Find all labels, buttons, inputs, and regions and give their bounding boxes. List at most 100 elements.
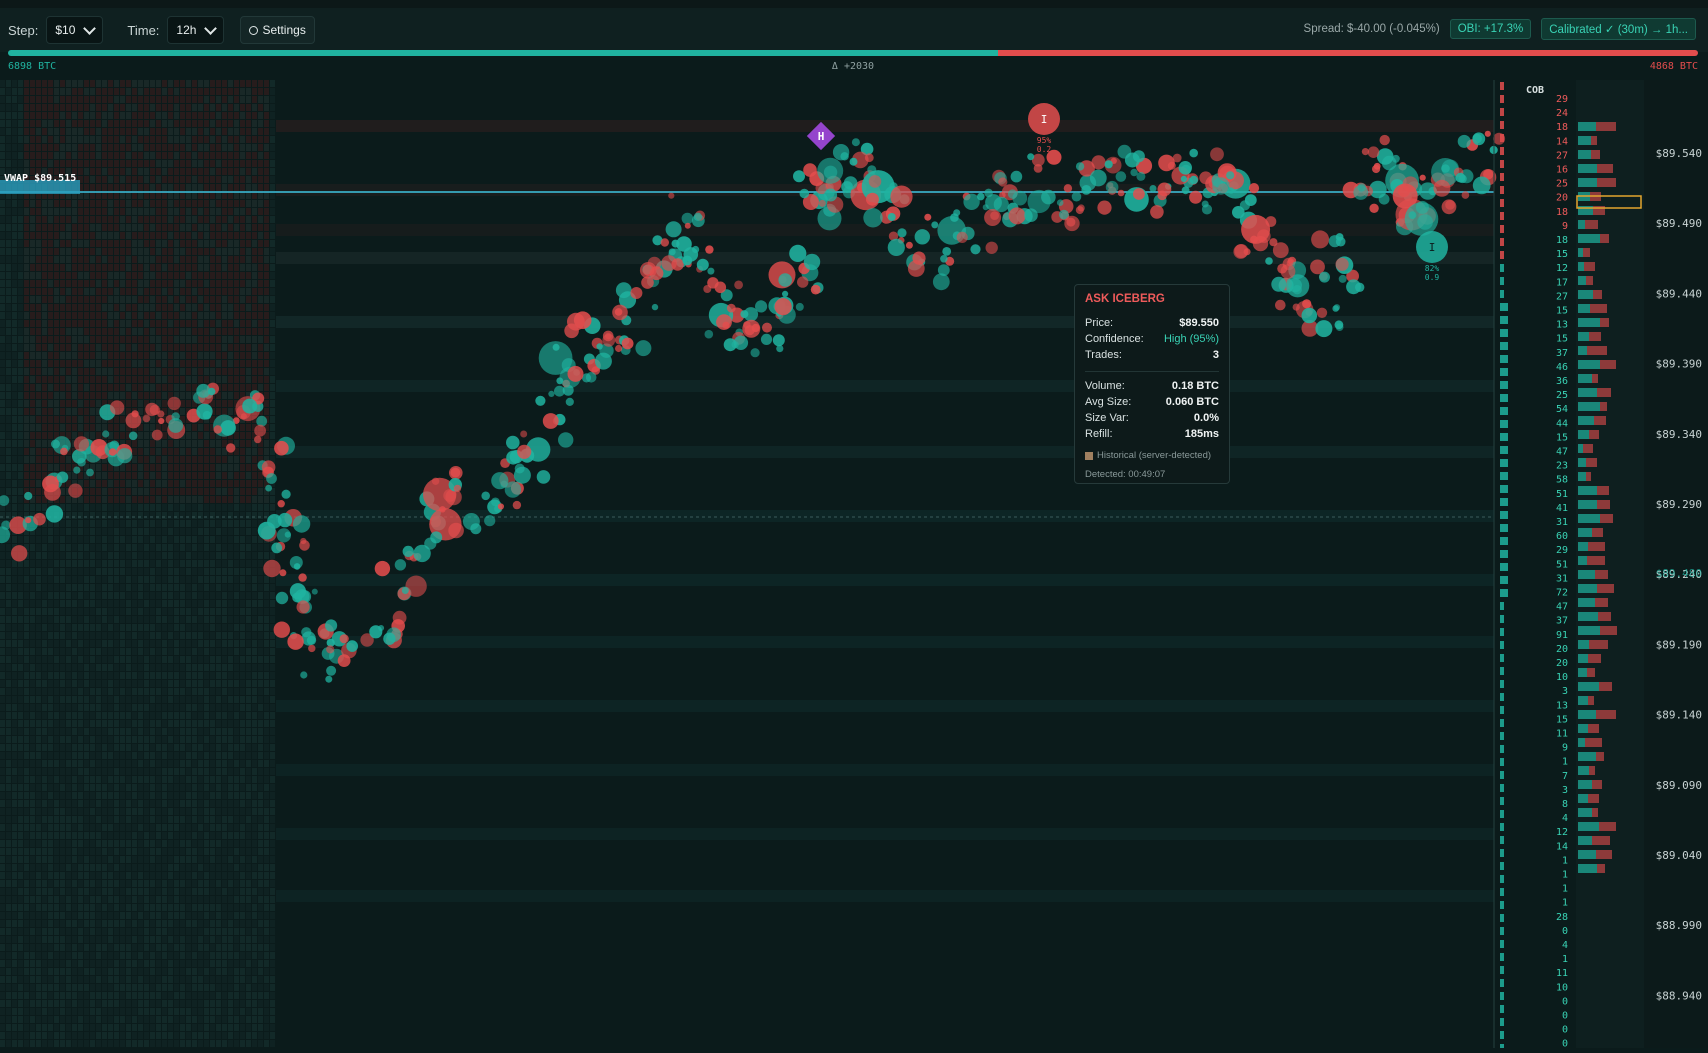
heat-cell: [54, 584, 59, 591]
heat-cell: [204, 664, 209, 671]
heat-cell: [150, 664, 155, 671]
heat-cell: [12, 456, 17, 463]
heat-cell: [108, 632, 113, 639]
heat-cell: [192, 608, 197, 615]
heat-cell: [108, 264, 113, 271]
heat-cell: [24, 656, 29, 663]
heat-cell: [138, 656, 143, 663]
heat-cell: [0, 448, 5, 455]
heatmap-chart[interactable]: VWAP $89.515 H I 95% 0.2 I 82% 0.9 COB V…: [0, 80, 1708, 1052]
heat-cell: [90, 536, 95, 543]
heat-cell: [144, 672, 149, 679]
heat-cell: [102, 920, 107, 927]
heat-cell: [96, 1024, 101, 1031]
heat-cell: [6, 872, 11, 879]
heat-cell: [6, 976, 11, 983]
settings-button[interactable]: Settings: [240, 16, 315, 44]
heat-cell: [192, 808, 197, 815]
heat-cell: [6, 552, 11, 559]
heat-cell: [102, 464, 107, 471]
heat-cell: [138, 240, 143, 247]
heat-cell: [114, 80, 119, 87]
heat-cell: [24, 440, 29, 447]
heat-cell: [222, 328, 227, 335]
heat-cell: [54, 592, 59, 599]
heat-cell: [120, 912, 125, 919]
heat-cell: [36, 936, 41, 943]
heat-cell: [114, 728, 119, 735]
heat-cell: [108, 800, 113, 807]
heat-cell: [216, 712, 221, 719]
heat-cell: [216, 528, 221, 535]
heat-cell: [156, 696, 161, 703]
heat-cell: [48, 832, 53, 839]
heat-cell: [48, 88, 53, 95]
heat-cell: [6, 840, 11, 847]
heat-cell: [126, 600, 131, 607]
heat-cell: [156, 328, 161, 335]
heat-cell: [54, 752, 59, 759]
calibration-badge[interactable]: Calibrated ✓ (30m) → 1h...: [1541, 18, 1696, 40]
heatmap-svg[interactable]: VWAP $89.515 H I 95% 0.2 I 82% 0.9 COB V…: [0, 80, 1708, 1052]
heat-cell: [162, 136, 167, 143]
heat-cell: [42, 720, 47, 727]
heat-cell: [6, 632, 11, 639]
heat-cell: [162, 784, 167, 791]
heat-cell: [132, 928, 137, 935]
heat-cell: [168, 608, 173, 615]
heat-cell: [72, 968, 77, 975]
heat-cell: [30, 248, 35, 255]
heat-cell: [234, 768, 239, 775]
heat-cell: [234, 832, 239, 839]
heat-cell: [240, 328, 245, 335]
heat-cell: [0, 216, 5, 223]
heat-cell: [150, 320, 155, 327]
heat-cell: [180, 408, 185, 415]
heat-cell: [246, 96, 251, 103]
heat-cell: [174, 440, 179, 447]
heat-cell: [102, 288, 107, 295]
heat-cell: [234, 672, 239, 679]
heat-cell: [186, 976, 191, 983]
heat-cell: [240, 440, 245, 447]
heat-cell: [66, 392, 71, 399]
heat-cell: [72, 1032, 77, 1039]
heat-cell: [84, 264, 89, 271]
heat-cell: [210, 992, 215, 999]
heat-cell: [6, 544, 11, 551]
heat-cell: [18, 104, 23, 111]
heat-cell: [66, 1008, 71, 1015]
heat-cell: [150, 88, 155, 95]
heat-cell: [156, 160, 161, 167]
heat-cell: [204, 912, 209, 919]
heat-cell: [204, 1008, 209, 1015]
heat-cell: [54, 1016, 59, 1023]
heat-cell: [42, 544, 47, 551]
heat-cell: [144, 360, 149, 367]
heat-cell: [90, 264, 95, 271]
heat-cell: [18, 752, 23, 759]
heat-cell: [120, 672, 125, 679]
heat-cell: [126, 848, 131, 855]
heat-cell: [6, 656, 11, 663]
heat-cell: [36, 496, 41, 503]
heat-cell: [150, 424, 155, 431]
heat-cell: [180, 440, 185, 447]
heat-cell: [36, 328, 41, 335]
heat-cell: [12, 352, 17, 359]
heat-cell: [156, 112, 161, 119]
step-select[interactable]: $10: [46, 16, 104, 44]
heat-cell: [192, 816, 197, 823]
heat-cell: [192, 904, 197, 911]
heat-cell: [18, 728, 23, 735]
heat-cell: [186, 680, 191, 687]
heat-cell: [72, 784, 77, 791]
heat-cell: [48, 376, 53, 383]
heat-cell: [126, 704, 131, 711]
time-select[interactable]: 12h: [167, 16, 225, 44]
heat-cell: [162, 560, 167, 567]
heat-cell: [18, 600, 23, 607]
heat-cell: [126, 800, 131, 807]
heat-cell: [198, 216, 203, 223]
heat-cell: [72, 552, 77, 559]
